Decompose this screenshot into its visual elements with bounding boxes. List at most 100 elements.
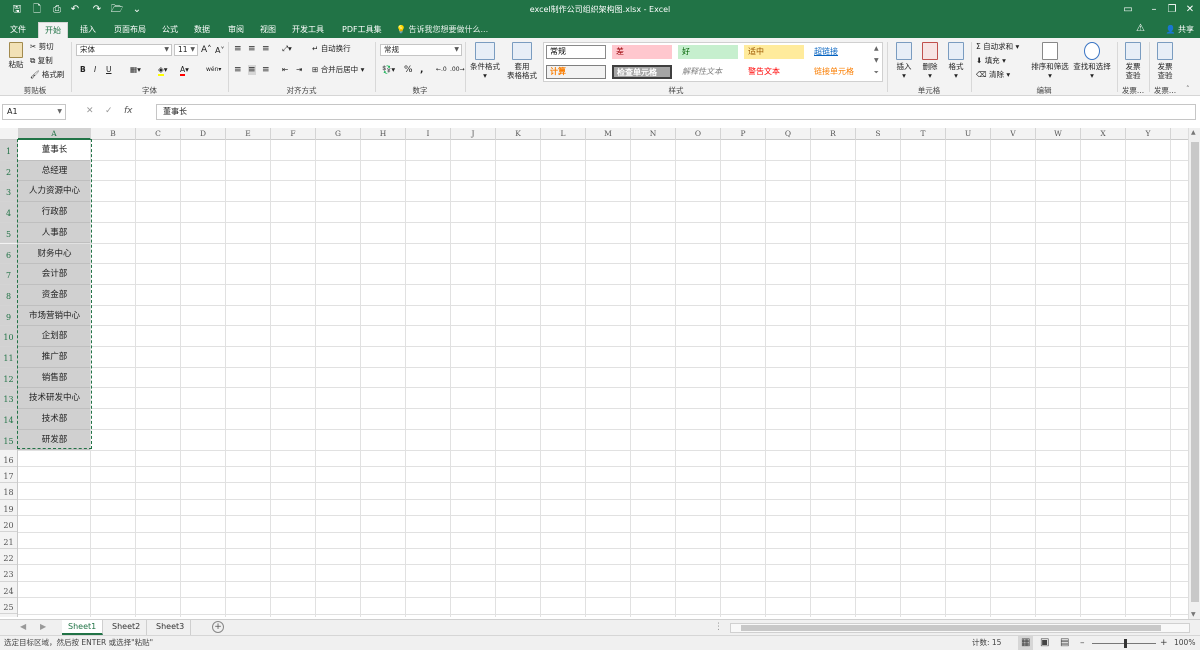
paste-button[interactable]: 粘贴: [4, 42, 28, 69]
style-good[interactable]: 好: [678, 45, 738, 59]
close-icon[interactable]: ✕: [1176, 2, 1200, 18]
column-header-t[interactable]: T: [901, 128, 946, 140]
wrap-text-button[interactable]: ↵ 自动换行: [312, 44, 351, 54]
font-name-select[interactable]: 宋体 ▼: [76, 44, 172, 56]
align-bottom-icon[interactable]: ≡: [262, 44, 270, 54]
column-header-l[interactable]: L: [541, 128, 586, 140]
conditional-format-button[interactable]: 条件格式 ▾: [468, 42, 502, 80]
autosum-button[interactable]: Σ 自动求和 ▾: [976, 42, 1019, 52]
vertical-scrollbar[interactable]: ▲ ▼: [1188, 128, 1200, 619]
worksheet-grid[interactable]: 董事长 总经理 人力资源中心 行政部 人事部 财务中心 会计部 资金部 市场营销中心 企划部 推广部…: [18, 140, 1188, 617]
cancel-icon[interactable]: ✕: [86, 106, 94, 116]
accounting-format-button[interactable]: 💱▾: [382, 65, 395, 75]
font-size-select[interactable]: 11 ▼: [174, 44, 198, 56]
row-header-21[interactable]: 21: [0, 533, 17, 549]
column-header-e[interactable]: E: [226, 128, 271, 140]
scroll-up-icon[interactable]: ▲: [1191, 129, 1196, 136]
tab-formulas[interactable]: 公式: [156, 22, 184, 38]
ribbon-display-icon[interactable]: ▭: [1114, 2, 1142, 18]
increase-indent-icon[interactable]: ⇥: [296, 65, 302, 75]
sort-filter-button[interactable]: 排序和筛选 ▾: [1030, 42, 1070, 80]
row-header-8[interactable]: 8: [0, 284, 17, 306]
gallery-scroll-down-icon[interactable]: ▼: [874, 56, 879, 66]
column-header-h[interactable]: H: [361, 128, 406, 140]
clear-button[interactable]: ⌫ 清除 ▾: [976, 70, 1010, 80]
format-as-table-button[interactable]: 套用 表格格式: [502, 42, 542, 80]
next-sheet-icon[interactable]: ▶: [40, 622, 46, 631]
format-cells-button[interactable]: 格式 ▾: [944, 42, 968, 80]
italic-button[interactable]: I: [94, 65, 96, 75]
column-header-y[interactable]: Y: [1126, 128, 1171, 140]
formula-input[interactable]: 董事长: [156, 104, 1196, 120]
tab-review[interactable]: 审阅: [222, 22, 250, 38]
invoice-check-button[interactable]: 发票 查验: [1120, 42, 1146, 80]
style-calculation[interactable]: 计算: [546, 65, 606, 79]
column-header-j[interactable]: J: [451, 128, 496, 140]
percent-button[interactable]: %: [404, 65, 413, 75]
phonetic-guide-button[interactable]: wén▾: [206, 65, 221, 75]
tab-developer[interactable]: 开发工具: [286, 22, 330, 38]
cell-a14[interactable]: 技术部: [18, 409, 91, 430]
column-header-o[interactable]: O: [676, 128, 721, 140]
decrease-decimal-icon[interactable]: .00→: [450, 65, 465, 75]
row-header-17[interactable]: 17: [0, 467, 17, 484]
column-header-p[interactable]: P: [721, 128, 766, 140]
cell-a5[interactable]: 人事部: [18, 222, 91, 244]
number-format-select[interactable]: 常规 ▼: [380, 44, 462, 56]
tab-pdf-tools[interactable]: PDF工具集: [336, 22, 388, 38]
gallery-scroll-up-icon[interactable]: ▲: [874, 44, 879, 54]
orientation-button[interactable]: ⤢▾: [282, 44, 292, 54]
bold-button[interactable]: B: [80, 65, 86, 75]
cell-a10[interactable]: 企划部: [18, 326, 91, 347]
cell-a2[interactable]: 总经理: [18, 160, 91, 182]
zoom-slider-handle[interactable]: [1124, 639, 1127, 648]
zoom-in-icon[interactable]: +: [1160, 636, 1168, 650]
row-header-18[interactable]: 18: [0, 483, 17, 500]
row-header-12[interactable]: 12: [0, 367, 17, 389]
prev-sheet-icon[interactable]: ◀: [20, 622, 26, 631]
gallery-more-icon[interactable]: ⏷: [874, 68, 879, 78]
tab-file[interactable]: 文件: [4, 22, 32, 38]
row-header-25[interactable]: 25: [0, 598, 17, 615]
column-header-d[interactable]: D: [181, 128, 226, 140]
tab-splitter-icon[interactable]: ⋮: [714, 622, 723, 632]
row-header-13[interactable]: 13: [0, 388, 17, 410]
cell-a3[interactable]: 人力资源中心: [18, 181, 91, 203]
align-top-icon[interactable]: ≡: [234, 44, 242, 54]
font-color-button[interactable]: A▾: [180, 65, 189, 76]
row-header-6[interactable]: 6: [0, 243, 17, 265]
scroll-down-icon[interactable]: ▼: [1191, 611, 1196, 618]
invoice-check-button-2[interactable]: 发票 查验: [1152, 42, 1178, 80]
zoom-level[interactable]: 100%: [1174, 636, 1195, 650]
column-header-a[interactable]: A: [18, 128, 91, 140]
row-header-20[interactable]: 20: [0, 516, 17, 533]
column-header-g[interactable]: G: [316, 128, 361, 140]
shrink-font-button[interactable]: A˅: [215, 46, 224, 56]
align-left-icon[interactable]: ≡: [234, 65, 242, 75]
column-header-n[interactable]: N: [631, 128, 676, 140]
style-warning[interactable]: 警告文本: [744, 65, 804, 79]
cell-a4[interactable]: 行政部: [18, 202, 91, 223]
row-header-22[interactable]: 22: [0, 549, 17, 566]
row-header-2[interactable]: 2: [0, 160, 17, 182]
style-check-cell[interactable]: 检查单元格: [612, 65, 672, 79]
column-header-m[interactable]: M: [586, 128, 631, 140]
tab-insert[interactable]: 插入: [74, 22, 102, 38]
tell-me-box[interactable]: 💡 告诉我您想要做什么...: [396, 22, 488, 38]
tab-view[interactable]: 视图: [254, 22, 282, 38]
align-center-icon[interactable]: ≡: [248, 65, 256, 75]
row-header-10[interactable]: 10: [0, 326, 17, 347]
row-header-16[interactable]: 16: [0, 451, 17, 467]
comma-button[interactable]: ,: [420, 65, 423, 75]
delete-cells-button[interactable]: 删除 ▾: [918, 42, 942, 80]
cell-a15[interactable]: 研发部: [18, 429, 91, 451]
column-header-x[interactable]: X: [1081, 128, 1126, 140]
column-header-r[interactable]: R: [811, 128, 856, 140]
column-header-s[interactable]: S: [856, 128, 901, 140]
horizontal-scrollbar[interactable]: [730, 623, 1190, 633]
enter-icon[interactable]: ✓: [105, 106, 113, 116]
grow-font-button[interactable]: A˄: [201, 45, 212, 55]
format-painter-button[interactable]: 🖌 格式刷: [30, 70, 64, 80]
cell-a1[interactable]: 董事长: [18, 140, 91, 161]
row-header-4[interactable]: 4: [0, 202, 17, 223]
